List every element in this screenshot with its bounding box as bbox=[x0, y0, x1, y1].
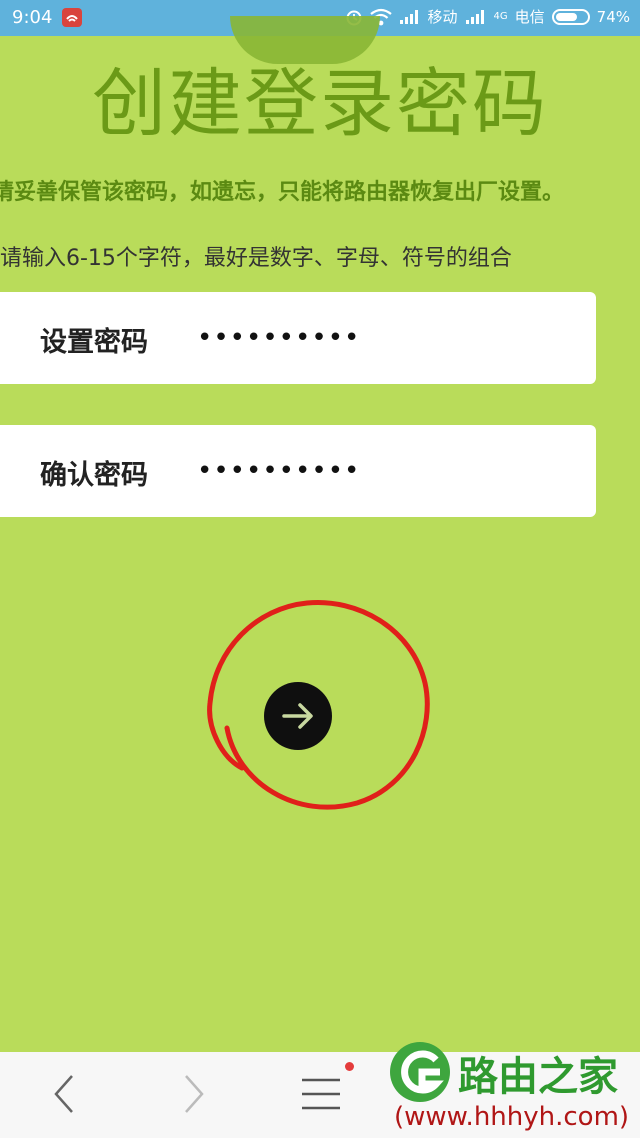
status-indicators: 移动 4G 电信 74% bbox=[345, 6, 630, 27]
watermark-logo-icon bbox=[390, 1042, 450, 1102]
set-password-label: 设置密码 bbox=[40, 327, 148, 358]
network-badge: 4G bbox=[493, 11, 508, 22]
menu-icon bbox=[302, 1078, 340, 1110]
battery-icon bbox=[551, 8, 590, 25]
set-password-row: 设置密码 bbox=[0, 292, 596, 384]
next-button[interactable] bbox=[264, 682, 332, 750]
back-button[interactable] bbox=[50, 1070, 78, 1122]
battery-level bbox=[555, 12, 577, 21]
page-title: 创建登录密码 bbox=[92, 61, 548, 147]
status-time: 9:04 bbox=[12, 7, 53, 28]
watermark-url: (www.hhhyh.com) bbox=[394, 1102, 630, 1132]
hint-text: 请输入6-15个字符，最好是数字、字母、符号的组合 bbox=[0, 246, 512, 271]
watermark-name: 路由之家 bbox=[458, 1054, 618, 1100]
chevron-left-icon bbox=[54, 1075, 73, 1113]
notification-dot bbox=[345, 1062, 354, 1071]
warning-text: 请妥善保管该密码，如遗忘，只能将路由器恢复出厂设置。 bbox=[0, 180, 565, 205]
battery-percent: 74% bbox=[596, 7, 630, 26]
signal-icon-2 bbox=[465, 9, 487, 25]
watermark: 路由之家 (www.hhhyh.com) bbox=[388, 1040, 640, 1138]
menu-button[interactable] bbox=[300, 1076, 342, 1116]
router-logo-arc bbox=[230, 16, 380, 64]
app-notification-icon bbox=[62, 8, 82, 27]
chevron-right-icon bbox=[185, 1075, 204, 1113]
carrier-2: 电信 bbox=[514, 8, 545, 26]
confirm-password-row: 确认密码 bbox=[0, 425, 596, 517]
set-password-input[interactable] bbox=[195, 316, 559, 360]
forward-button[interactable] bbox=[180, 1070, 208, 1122]
carrier-1: 移动 bbox=[427, 8, 458, 26]
confirm-password-input[interactable] bbox=[195, 449, 559, 493]
confirm-password-label: 确认密码 bbox=[40, 460, 148, 491]
arrow-right-icon bbox=[282, 703, 313, 729]
signal-icon bbox=[399, 9, 421, 25]
